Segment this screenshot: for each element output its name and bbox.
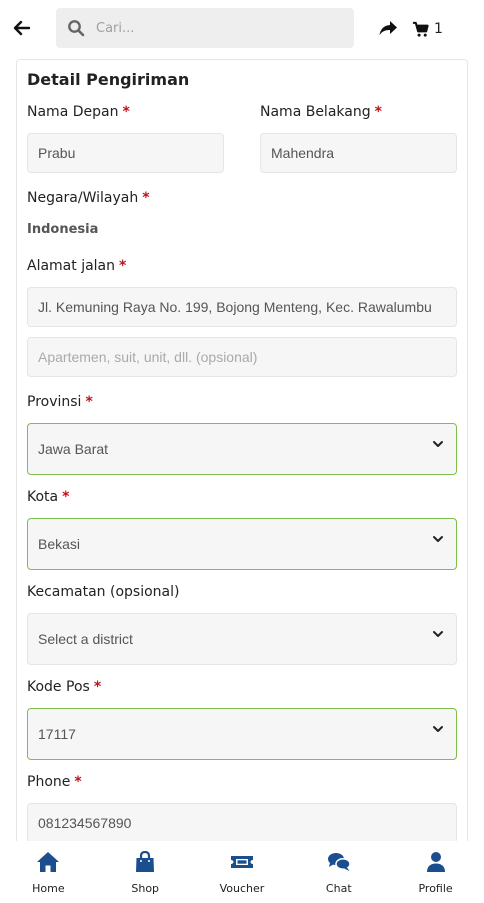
district-label: Kecamatan (opsional)	[27, 584, 180, 600]
search-input[interactable]	[96, 8, 346, 48]
bottom-navigation: Home Shop Voucher Chat Profile	[0, 841, 484, 903]
top-bar: 1	[0, 0, 484, 58]
chevron-down-icon	[433, 631, 443, 637]
search-bar	[56, 8, 354, 48]
share-button[interactable]	[378, 18, 398, 38]
apartment-field[interactable]: Apartemen, suit, unit, dll. (opsional)	[27, 337, 457, 377]
nav-chat-label: Chat	[325, 882, 352, 895]
back-button[interactable]	[10, 16, 34, 40]
home-icon	[37, 852, 60, 872]
province-select[interactable]: Jawa Barat	[27, 423, 457, 475]
nav-profile[interactable]: Profile	[387, 841, 484, 903]
country-value: Indonesia	[27, 222, 99, 237]
postal-code-select[interactable]: 17117	[27, 708, 457, 760]
last-name-field[interactable]: Mahendra	[260, 133, 457, 173]
country-label: Negara/Wilayah *	[27, 190, 150, 206]
required-mark: *	[62, 489, 70, 505]
chevron-down-icon	[433, 441, 443, 447]
district-value: Select a district	[38, 631, 133, 647]
cart-icon	[412, 21, 429, 37]
city-label: Kota *	[27, 489, 70, 505]
shopping-bag-icon	[136, 851, 155, 872]
province-value: Jawa Barat	[38, 441, 109, 457]
first-name-field[interactable]: Prabu	[27, 133, 224, 173]
ticket-icon	[230, 856, 253, 868]
user-icon	[426, 852, 445, 872]
nav-profile-label: Profile	[418, 882, 453, 895]
cart-button[interactable]: 1	[412, 18, 443, 40]
required-mark: *	[74, 774, 82, 790]
first-name-label: Nama Depan *	[27, 104, 130, 120]
district-select[interactable]: Select a district	[27, 613, 457, 665]
chevron-down-icon	[433, 536, 443, 542]
required-mark: *	[374, 104, 382, 120]
nav-home[interactable]: Home	[0, 841, 97, 903]
required-mark: *	[85, 394, 93, 410]
postal-code-value: 17117	[38, 726, 76, 742]
street-address-field[interactable]: Jl. Kemuning Raya No. 199, Bojong Menten…	[27, 287, 457, 327]
cart-count-badge: 1	[434, 21, 443, 37]
street-label: Alamat jalan *	[27, 258, 127, 274]
nav-home-label: Home	[32, 882, 65, 895]
nav-voucher[interactable]: Voucher	[194, 841, 291, 903]
arrow-left-icon	[13, 20, 31, 36]
phone-label: Phone *	[27, 774, 82, 790]
shipping-details-card: Detail Pengiriman Nama Depan * Nama Belak…	[16, 59, 468, 859]
required-mark: *	[122, 104, 130, 120]
form-title: Detail Pengiriman	[27, 70, 190, 89]
required-mark: *	[93, 679, 102, 695]
chevron-down-icon	[433, 726, 443, 732]
city-select[interactable]: Bekasi	[27, 518, 457, 570]
nav-shop[interactable]: Shop	[97, 841, 194, 903]
last-name-label: Nama Belakang *	[260, 104, 382, 120]
chat-icon	[327, 853, 351, 871]
nav-voucher-label: Voucher	[219, 882, 265, 895]
postal-code-label: Kode Pos *	[27, 679, 102, 695]
required-mark: *	[142, 190, 150, 206]
required-mark: *	[119, 258, 127, 274]
share-icon	[379, 21, 397, 35]
nav-shop-label: Shop	[131, 882, 160, 895]
phone-field[interactable]: 081234567890	[27, 803, 457, 843]
city-value: Bekasi	[38, 536, 81, 552]
nav-chat[interactable]: Chat	[290, 841, 387, 903]
province-label: Provinsi *	[27, 394, 93, 410]
search-icon	[68, 20, 85, 37]
